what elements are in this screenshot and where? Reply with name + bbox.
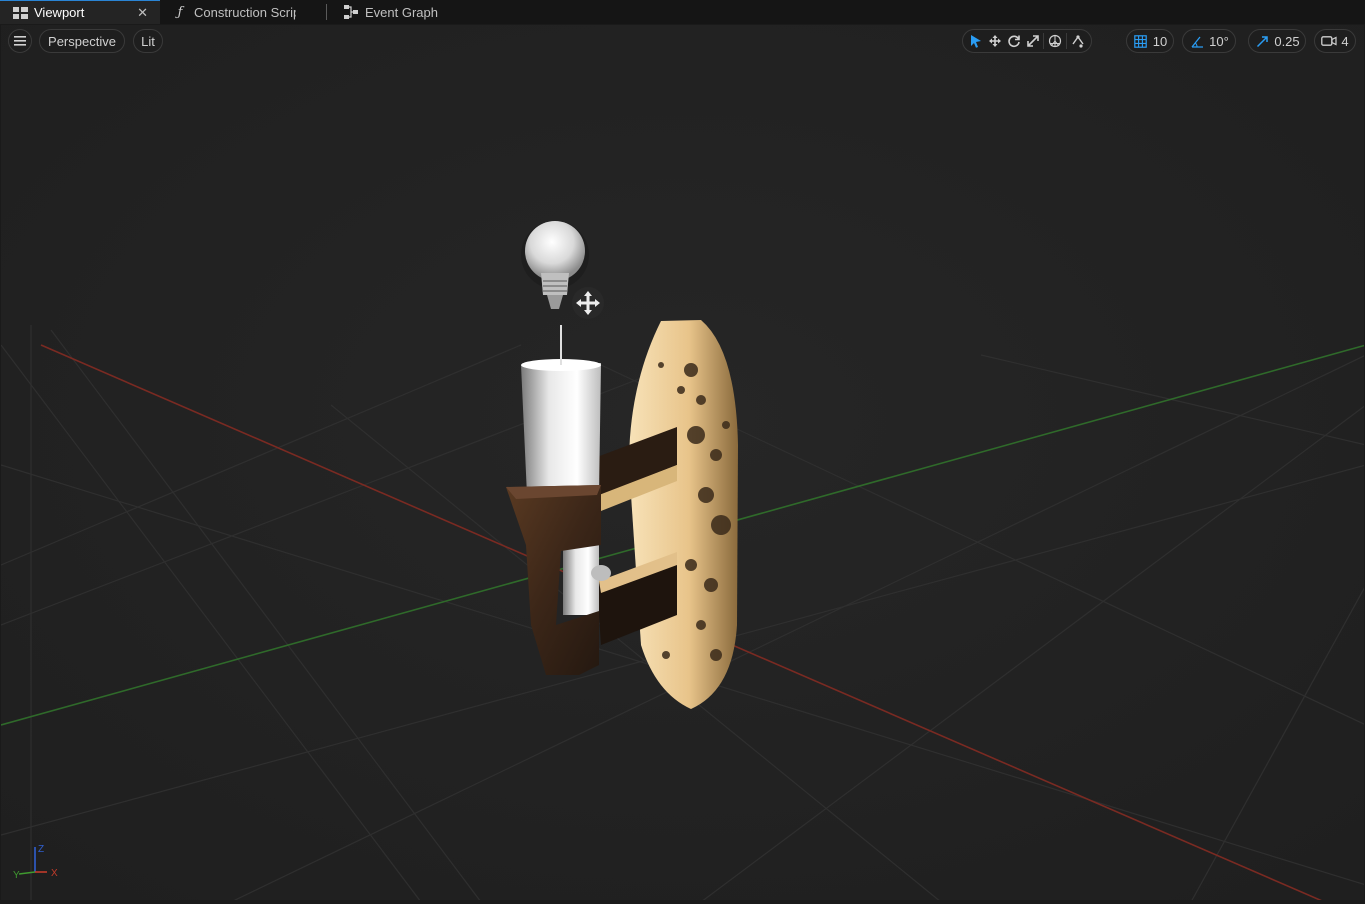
scale-snap-value: 0.25 [1274, 33, 1300, 49]
rotate-tool-icon[interactable] [1006, 33, 1022, 49]
graph-icon [343, 4, 359, 20]
viewport-icon [12, 5, 28, 21]
move-widget-icon [572, 287, 604, 319]
close-tab-icon[interactable]: ✕ [137, 5, 148, 21]
scale-snap-button[interactable]: 0.25 [1248, 29, 1306, 53]
translate-tool-icon[interactable] [987, 33, 1003, 49]
hamburger-menu-icon [12, 33, 28, 49]
surface-snapping-icon[interactable] [1070, 33, 1086, 49]
document-tab-bar: Viewport ✕ ƒ Construction Script Event G… [0, 0, 1365, 24]
grid-snap-value: 10 [1152, 33, 1168, 49]
sconce-backplate [629, 320, 738, 709]
toolbar-divider [1065, 33, 1067, 49]
tab-event-graph[interactable]: Event Graph [331, 0, 448, 24]
function-icon: ƒ [177, 4, 183, 20]
select-tool-icon[interactable] [968, 33, 984, 49]
viewport-options-button[interactable] [8, 29, 32, 53]
tab-viewport[interactable]: Viewport ✕ [0, 0, 160, 24]
tab-viewport-label: Viewport [34, 5, 85, 20]
level-viewport[interactable]: Perspective Lit 10 10° 0.25 4 X Y Z [0, 24, 1365, 901]
grid-snap-button[interactable]: 10 [1126, 29, 1174, 53]
tab-construction-script[interactable]: ƒ Construction Script [160, 0, 310, 24]
lighting-mode-button[interactable]: Lit [133, 29, 163, 53]
tab-divider [326, 4, 327, 20]
tab-event-graph-label: Event Graph [365, 4, 438, 20]
grid-snap-icon [1133, 33, 1149, 49]
viewport-toolbar: Perspective Lit 10 10° 0.25 4 [1, 29, 1364, 53]
camera-speed-value: 4 [1341, 33, 1349, 49]
camera-speed-button[interactable]: 4 [1314, 29, 1356, 53]
scale-snap-icon [1254, 33, 1270, 49]
tab-construction-script-label: Construction Script [194, 4, 296, 20]
view-mode-button[interactable]: Perspective [39, 29, 125, 53]
viewport-scene [1, 25, 1364, 900]
y-axis-indicator [18, 871, 36, 875]
z-axis-label: Z [38, 844, 44, 855]
axis-orientation-gizmo: X Y Z [13, 844, 58, 881]
toolbar-divider [1043, 33, 1045, 49]
scale-tool-icon[interactable] [1025, 33, 1041, 49]
camera-icon [1321, 33, 1337, 49]
world-local-coordinates-icon[interactable] [1047, 33, 1063, 49]
rotation-snap-value: 10° [1209, 33, 1229, 49]
transform-tools-group [962, 29, 1092, 53]
y-axis-label: Y [13, 870, 20, 881]
rotation-snap-button[interactable]: 10° [1182, 29, 1236, 53]
x-axis-label: X [51, 868, 58, 879]
rotation-snap-icon [1189, 33, 1205, 49]
